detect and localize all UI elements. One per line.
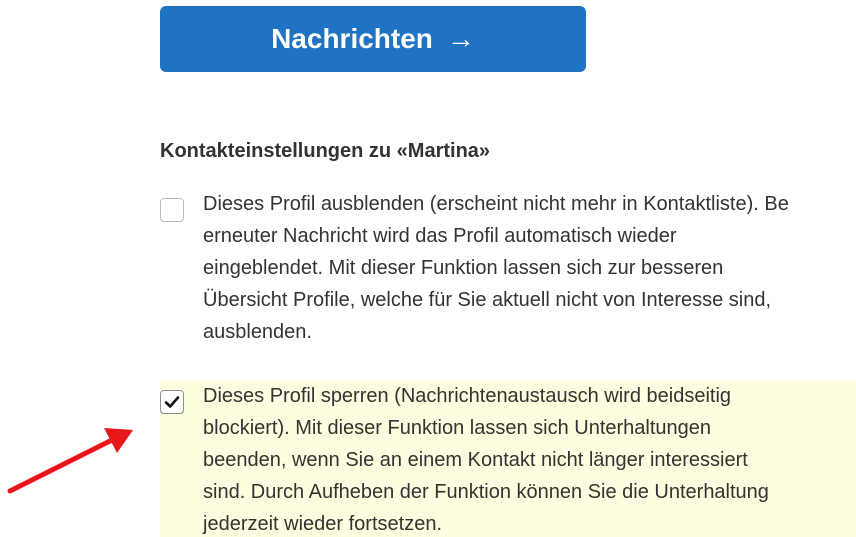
- text-line: Übersicht Profile, welche für Sie aktuel…: [203, 289, 772, 311]
- messages-button-label: Nachrichten: [271, 23, 433, 54]
- text-line: eingeblendet. Mit dieser Funktion lassen…: [203, 257, 724, 279]
- block-profile-description: Dieses Profil sperren (Nachrichtenaustau…: [203, 380, 856, 537]
- text-line: beenden, wenn Sie an einem Kontakt nicht…: [203, 449, 748, 471]
- block-profile-option: Dieses Profil sperren (Nachrichtenaustau…: [160, 380, 856, 537]
- hide-profile-checkbox[interactable]: [160, 198, 184, 222]
- hide-profile-option: Dieses Profil ausblenden (erscheint nich…: [160, 188, 856, 354]
- contact-settings-page: Nachrichten → Kontakteinstellungen zu «M…: [0, 0, 856, 537]
- text-line: blockiert). Mit dieser Funktion lassen s…: [203, 417, 712, 439]
- text-line: erneuter Nachricht wird das Profil autom…: [203, 225, 677, 247]
- hide-profile-description: Dieses Profil ausblenden (erscheint nich…: [203, 188, 856, 348]
- text-line: sind. Durch Aufheben der Funktion können…: [203, 481, 769, 503]
- text-line: ausblenden.: [203, 321, 312, 343]
- block-profile-checkbox[interactable]: [160, 390, 184, 414]
- text-line: Dieses Profil sperren (Nachrichtenaustau…: [203, 385, 732, 407]
- text-line: Dieses Profil ausblenden (erscheint nich…: [203, 193, 789, 215]
- checkmark-icon: [164, 396, 180, 408]
- messages-button[interactable]: Nachrichten →: [160, 6, 586, 72]
- section-title: Kontakteinstellungen zu «Martina»: [160, 140, 491, 162]
- arrow-right-icon: →: [446, 23, 475, 54]
- text-line: jederzeit wieder fortsetzen.: [203, 513, 443, 535]
